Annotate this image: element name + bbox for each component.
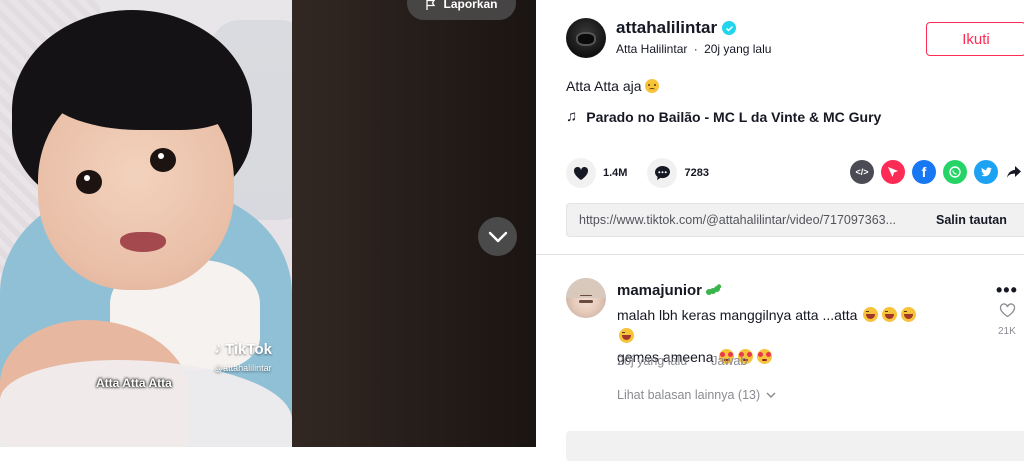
tiktok-watermark: ♪ TikTok xyxy=(214,340,272,358)
post-description: Atta Atta aja xyxy=(566,78,659,94)
author-username[interactable]: attahalilintar xyxy=(616,18,717,38)
commenter-username[interactable]: mamajunior xyxy=(617,282,702,299)
author-avatar[interactable] xyxy=(566,18,606,58)
comments-divider xyxy=(536,254,1024,255)
report-label: Laporkan xyxy=(443,0,498,11)
comment-text-line1: malah lbh keras manggilnya atta ...atta xyxy=(617,307,858,323)
share-link-box: https://www.tiktok.com/@attahalilintar/v… xyxy=(566,203,1024,237)
author-subline: Atta Halilintar · 20j yang lalu xyxy=(616,42,771,56)
worried-emoji-icon xyxy=(644,79,659,93)
send-to-friends-icon[interactable] xyxy=(881,160,905,184)
embed-code-icon[interactable]: </> xyxy=(850,160,874,184)
share-options: </> f xyxy=(850,160,1023,184)
watermark-brand: TikTok xyxy=(225,340,272,358)
copy-link-button[interactable]: Salin tautan xyxy=(936,213,1007,227)
tiktok-logo-icon: ♪ xyxy=(214,340,222,357)
laughing-emoji-icon xyxy=(619,328,634,343)
heart-outline-icon xyxy=(999,303,1016,318)
video-eye-left xyxy=(76,170,102,194)
heart-eyes-emoji-icon xyxy=(757,349,773,364)
post-time: 20j yang lalu xyxy=(704,42,772,56)
caterpillar-emoji-icon xyxy=(706,283,722,299)
engagement-actions: 1.4M 7283 xyxy=(566,158,709,188)
like-button[interactable] xyxy=(566,158,596,188)
commenter-avatar[interactable] xyxy=(566,278,606,318)
author-display-name: Atta Halilintar xyxy=(616,42,688,56)
video-mouth xyxy=(120,232,166,252)
comment-like-button[interactable] xyxy=(999,303,1016,323)
watermark-username: @attahalilintar xyxy=(214,363,272,373)
video-eye-right xyxy=(150,148,176,172)
verified-badge-icon xyxy=(722,21,737,35)
heart-icon xyxy=(573,166,589,180)
next-comment-placeholder xyxy=(566,431,1024,461)
twitter-icon[interactable] xyxy=(974,160,998,184)
reply-button[interactable]: Jawab xyxy=(711,354,747,368)
author-username-row[interactable]: attahalilintar xyxy=(616,18,737,38)
video-caption-overlay: Atta Atta Atta xyxy=(96,376,172,390)
like-count: 1.4M xyxy=(603,167,628,179)
separator-dot: · xyxy=(693,42,698,56)
video-frame[interactable]: ♪ TikTok @attahalilintar Atta Atta Atta xyxy=(0,0,292,447)
comment-time: 20j yang lalu xyxy=(617,354,688,368)
flag-icon xyxy=(426,0,436,10)
view-more-replies[interactable]: Lihat balasan lainnya (13) xyxy=(617,388,776,402)
post-detail-panel: attahalilintar Atta Halilintar · 20j yan… xyxy=(536,0,1024,461)
chevron-down-icon xyxy=(488,231,507,242)
comment-bubble-icon xyxy=(654,166,670,180)
next-video-button[interactable] xyxy=(478,217,517,256)
laughing-emoji-icon xyxy=(901,307,917,322)
report-button[interactable]: Laporkan xyxy=(407,0,516,20)
comment-button[interactable] xyxy=(647,158,678,188)
commenter-username-row[interactable]: mamajunior xyxy=(617,282,722,299)
follow-button[interactable]: Ikuti xyxy=(926,22,1024,56)
comment-more-options-icon[interactable]: ••• xyxy=(996,280,1018,301)
laughing-emoji-icon xyxy=(863,307,879,322)
music-note-icon: ♫ xyxy=(566,108,578,125)
video-player-area: ♪ TikTok @attahalilintar Atta Atta Atta … xyxy=(0,0,536,447)
share-arrow-icon[interactable] xyxy=(1005,160,1023,184)
music-row[interactable]: ♫ Parado no Bailão - MC L da Vinte & MC … xyxy=(566,108,881,125)
comment-meta: 20j yang lalu Jawab xyxy=(617,354,747,368)
share-link-url[interactable]: https://www.tiktok.com/@attahalilintar/v… xyxy=(567,213,924,227)
chevron-down-icon xyxy=(766,392,776,398)
facebook-icon[interactable]: f xyxy=(912,160,936,184)
post-description-text: Atta Atta aja xyxy=(566,78,642,94)
whatsapp-icon[interactable] xyxy=(943,160,967,184)
comment-like-count: 21K xyxy=(998,326,1016,337)
view-more-replies-label[interactable]: Lihat balasan lainnya (13) xyxy=(617,388,760,402)
laughing-emoji-icon xyxy=(882,307,898,322)
comment-count: 7283 xyxy=(684,167,709,179)
music-title[interactable]: Parado no Bailão - MC L da Vinte & MC Gu… xyxy=(586,109,881,125)
